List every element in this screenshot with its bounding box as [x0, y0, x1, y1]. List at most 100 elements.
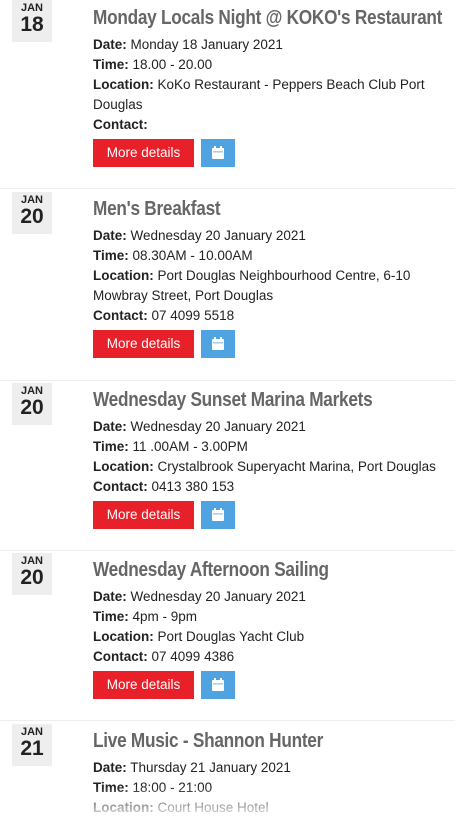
event-time: 11 .00AM - 3.00PM [132, 439, 248, 454]
event-location: Port Douglas Yacht Club [157, 629, 305, 644]
event-item: JAN 20 Wednesday Afternoon Sailing Date:… [0, 553, 455, 721]
date-day: 20 [20, 566, 44, 589]
event-location: Court House Hotel [157, 800, 269, 815]
add-to-calendar-button[interactable] [201, 139, 235, 167]
event-item: JAN 18 Monday Locals Night @ KOKO's Rest… [0, 0, 455, 189]
date-label: Date: [93, 419, 127, 434]
event-date-row: Date: Wednesday 20 January 2021 [93, 226, 455, 246]
date-label: Date: [93, 37, 127, 52]
more-details-button[interactable]: More details [93, 671, 194, 699]
event-contact-row: Contact: 07 4099 5518 [93, 306, 455, 326]
date-month: JAN [20, 194, 43, 206]
event-time-row: Time: 11 .00AM - 3.00PM [93, 437, 455, 457]
event-date-row: Date: Wednesday 20 January 2021 [93, 417, 455, 437]
event-actions: More details [93, 501, 455, 529]
event-date: Thursday 21 January 2021 [130, 760, 291, 775]
date-month: JAN [20, 726, 43, 738]
time-label: Time: [93, 248, 129, 263]
calendar-icon [212, 146, 224, 159]
event-content: Live Music - Shannon Hunter Date: Thursd… [93, 728, 455, 816]
time-label: Time: [93, 57, 129, 72]
date-badge: JAN 20 [12, 192, 52, 234]
add-to-calendar-button[interactable] [201, 671, 235, 699]
event-location-row: Location: KoKo Restaurant - Peppers Beac… [93, 75, 455, 115]
date-day: 20 [20, 205, 44, 228]
event-item: JAN 20 Wednesday Sunset Marina Markets D… [0, 383, 455, 551]
location-label: Location: [93, 268, 154, 283]
event-title[interactable]: Wednesday Sunset Marina Markets [93, 387, 404, 413]
more-details-button[interactable]: More details [93, 139, 194, 167]
event-date: Monday 18 January 2021 [130, 37, 283, 52]
event-contact-row: Contact: 0413 380 153 [93, 477, 455, 497]
event-date-row: Date: Wednesday 20 January 2021 [93, 587, 455, 607]
location-label: Location: [93, 629, 154, 644]
event-time-row: Time: 08.30AM - 10.00AM [93, 246, 455, 266]
date-month: JAN [20, 385, 43, 397]
location-label: Location: [93, 800, 154, 815]
events-list: JAN 18 Monday Locals Night @ KOKO's Rest… [0, 0, 467, 816]
date-label: Date: [93, 228, 127, 243]
date-badge: JAN 21 [12, 724, 52, 766]
add-to-calendar-button[interactable] [201, 501, 235, 529]
date-month: JAN [20, 555, 43, 567]
date-label: Date: [93, 589, 127, 604]
event-content: Monday Locals Night @ KOKO's Restaurant … [93, 5, 455, 167]
event-time: 08.30AM - 10.00AM [132, 248, 253, 263]
add-to-calendar-button[interactable] [201, 330, 235, 358]
event-time-row: Time: 4pm - 9pm [93, 607, 455, 627]
event-contact-row: Contact: 07 4099 4386 [93, 647, 455, 667]
event-content: Wednesday Afternoon Sailing Date: Wednes… [93, 557, 455, 699]
event-title[interactable]: Monday Locals Night @ KOKO's Restaurant [93, 5, 442, 31]
contact-label: Contact: [93, 117, 148, 132]
event-contact-row: Contact: [93, 115, 455, 135]
date-badge: JAN 18 [12, 0, 52, 42]
event-contact: 07 4099 4386 [151, 649, 235, 664]
contact-label: Contact: [93, 649, 148, 664]
event-date: Wednesday 20 January 2021 [130, 589, 306, 604]
event-item: JAN 21 Live Music - Shannon Hunter Date:… [0, 724, 455, 816]
event-title[interactable]: Men's Breakfast [93, 196, 404, 222]
contact-label: Contact: [93, 479, 148, 494]
time-label: Time: [93, 780, 129, 795]
event-title[interactable]: Live Music - Shannon Hunter [93, 728, 404, 754]
calendar-icon [212, 508, 224, 521]
time-label: Time: [93, 609, 129, 624]
event-location-row: Location: Port Douglas Yacht Club [93, 627, 455, 647]
contact-label: Contact: [93, 308, 148, 323]
event-location-row: Location: Court House Hotel [93, 798, 455, 816]
location-label: Location: [93, 77, 154, 92]
more-details-button[interactable]: More details [93, 330, 194, 358]
date-label: Date: [93, 760, 127, 775]
event-actions: More details [93, 671, 455, 699]
date-day: 18 [20, 13, 44, 36]
date-day: 21 [20, 737, 44, 760]
event-time: 18:00 - 21:00 [132, 780, 213, 795]
calendar-icon [212, 678, 224, 691]
event-item: JAN 20 Men's Breakfast Date: Wednesday 2… [0, 192, 455, 381]
event-time-row: Time: 18.00 - 20.00 [93, 55, 455, 75]
event-time: 18.00 - 20.00 [132, 57, 213, 72]
event-actions: More details [93, 139, 455, 167]
event-date-row: Date: Thursday 21 January 2021 [93, 758, 455, 778]
event-actions: More details [93, 330, 455, 358]
event-date: Wednesday 20 January 2021 [130, 228, 306, 243]
date-day: 20 [20, 396, 44, 419]
date-badge: JAN 20 [12, 383, 52, 425]
calendar-icon [212, 337, 224, 350]
event-content: Men's Breakfast Date: Wednesday 20 Janua… [93, 196, 455, 358]
event-date-row: Date: Monday 18 January 2021 [93, 35, 455, 55]
event-content: Wednesday Sunset Marina Markets Date: We… [93, 387, 455, 529]
event-time-row: Time: 18:00 - 21:00 [93, 778, 455, 798]
event-time: 4pm - 9pm [132, 609, 198, 624]
event-location-row: Location: Port Douglas Neighbourhood Cen… [93, 266, 455, 306]
date-month: JAN [20, 2, 43, 14]
date-badge: JAN 20 [12, 553, 52, 595]
event-date: Wednesday 20 January 2021 [130, 419, 306, 434]
event-contact: 0413 380 153 [151, 479, 235, 494]
more-details-button[interactable]: More details [93, 501, 194, 529]
event-location: Crystalbrook Superyacht Marina, Port Dou… [157, 459, 436, 474]
event-title[interactable]: Wednesday Afternoon Sailing [93, 557, 404, 583]
location-label: Location: [93, 459, 154, 474]
event-contact: 07 4099 5518 [151, 308, 235, 323]
time-label: Time: [93, 439, 129, 454]
